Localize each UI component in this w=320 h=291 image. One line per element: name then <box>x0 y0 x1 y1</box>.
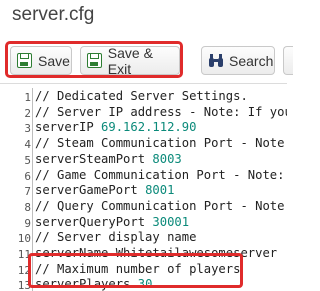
search-button-label: Search <box>229 52 274 69</box>
players-setting-highlight-box <box>28 253 243 288</box>
code-line: serverGamePort 8001 <box>35 183 175 198</box>
line-number: 8 <box>24 200 31 214</box>
line-number: 10 <box>17 232 31 246</box>
code-line: // Server display name <box>35 230 197 245</box>
search-button[interactable]: Search <box>201 46 275 75</box>
file-title: server.cfg <box>12 4 95 25</box>
line-number: 5 <box>24 153 31 167</box>
code-line: // Query Communication Port - Note: <box>35 198 287 213</box>
code-line: // Steam Communication Port - Note: <box>35 136 287 151</box>
line-number: 9 <box>24 216 31 230</box>
line-number: 6 <box>24 169 31 183</box>
code-line: serverQueryPort 30001 <box>35 214 190 229</box>
line-number: 4 <box>24 138 31 152</box>
code-line: serverIP 69.162.112.90 <box>35 120 197 135</box>
code-line: // Dedicated Server Settings. <box>35 89 248 103</box>
line-number: 13 <box>17 279 31 291</box>
line-number: 2 <box>24 106 31 120</box>
line-number-gutter: 1 2 3 4 5 6 7 8 9 10 11 12 13 <box>0 88 31 291</box>
line-number: 11 <box>17 248 31 261</box>
line-number: 3 <box>24 122 31 136</box>
code-line: // Game Communication Port - Note: <box>35 167 287 182</box>
code-line: serverSteamPort 8003 <box>35 151 182 166</box>
binoculars-icon <box>208 53 223 68</box>
more-button[interactable] <box>283 46 293 75</box>
code-line: // Server IP address - Note: If you <box>35 104 287 119</box>
toolbar-divider <box>0 83 287 84</box>
line-number: 12 <box>17 263 31 277</box>
line-number: 1 <box>24 91 31 104</box>
toolbar-highlight-box <box>5 41 183 78</box>
line-number: 7 <box>24 185 31 199</box>
